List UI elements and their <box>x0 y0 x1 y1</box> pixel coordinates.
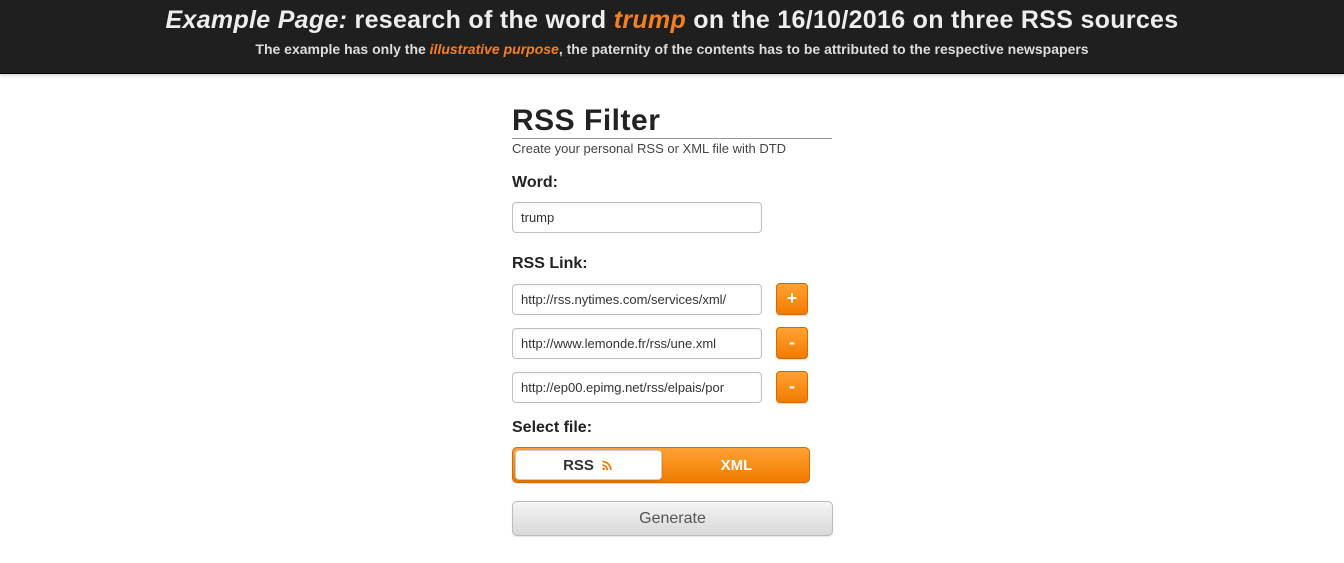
select-file-label: Select file: <box>512 419 832 437</box>
page-title: RSS Filter <box>512 104 832 138</box>
remove-link-button[interactable]: - <box>776 371 808 403</box>
banner-sub-pre: The example has only the <box>255 41 429 57</box>
banner-heading: Example Page: research of the word trump… <box>20 6 1324 35</box>
word-input[interactable] <box>512 202 762 233</box>
segment-rss-label: RSS <box>563 457 594 474</box>
title-row: RSS Filter <box>512 104 832 139</box>
generate-button[interactable]: Generate <box>512 501 833 536</box>
rss-link-input[interactable] <box>512 372 762 403</box>
remove-link-button[interactable]: - <box>776 327 808 359</box>
minus-icon: - <box>789 333 795 351</box>
banner-sub-em: illustrative purpose <box>430 41 559 57</box>
rss-link-row: - <box>512 371 832 403</box>
rss-filter-form: RSS Filter Create your personal RSS or X… <box>512 104 832 536</box>
banner-subtitle: The example has only the illustrative pu… <box>20 41 1324 57</box>
minus-icon: - <box>789 377 795 395</box>
segment-rss[interactable]: RSS <box>515 450 662 480</box>
rss-link-label: RSS Link: <box>512 255 832 273</box>
rss-icon <box>600 458 614 472</box>
rss-link-row: - <box>512 327 832 359</box>
page-subtitle: Create your personal RSS or XML file wit… <box>512 141 832 156</box>
banner-prefix: Example Page: <box>166 6 348 34</box>
rss-link-input[interactable] <box>512 328 762 359</box>
banner-mid2: on the 16/10/2016 on three RSS sources <box>686 6 1178 34</box>
banner-mid1: research of the word <box>347 6 613 34</box>
word-label: Word: <box>512 174 832 192</box>
rss-link-row: + <box>512 283 832 315</box>
rss-link-input[interactable] <box>512 284 762 315</box>
plus-icon: + <box>787 289 798 307</box>
segment-xml[interactable]: XML <box>664 448 809 482</box>
add-link-button[interactable]: + <box>776 283 808 315</box>
example-banner: Example Page: research of the word trump… <box>0 0 1344 74</box>
banner-highlight: trump <box>614 6 686 34</box>
file-type-segmented: RSS XML <box>512 447 810 483</box>
segment-xml-label: XML <box>721 457 753 474</box>
banner-sub-post: , the paternity of the contents has to b… <box>559 41 1089 57</box>
